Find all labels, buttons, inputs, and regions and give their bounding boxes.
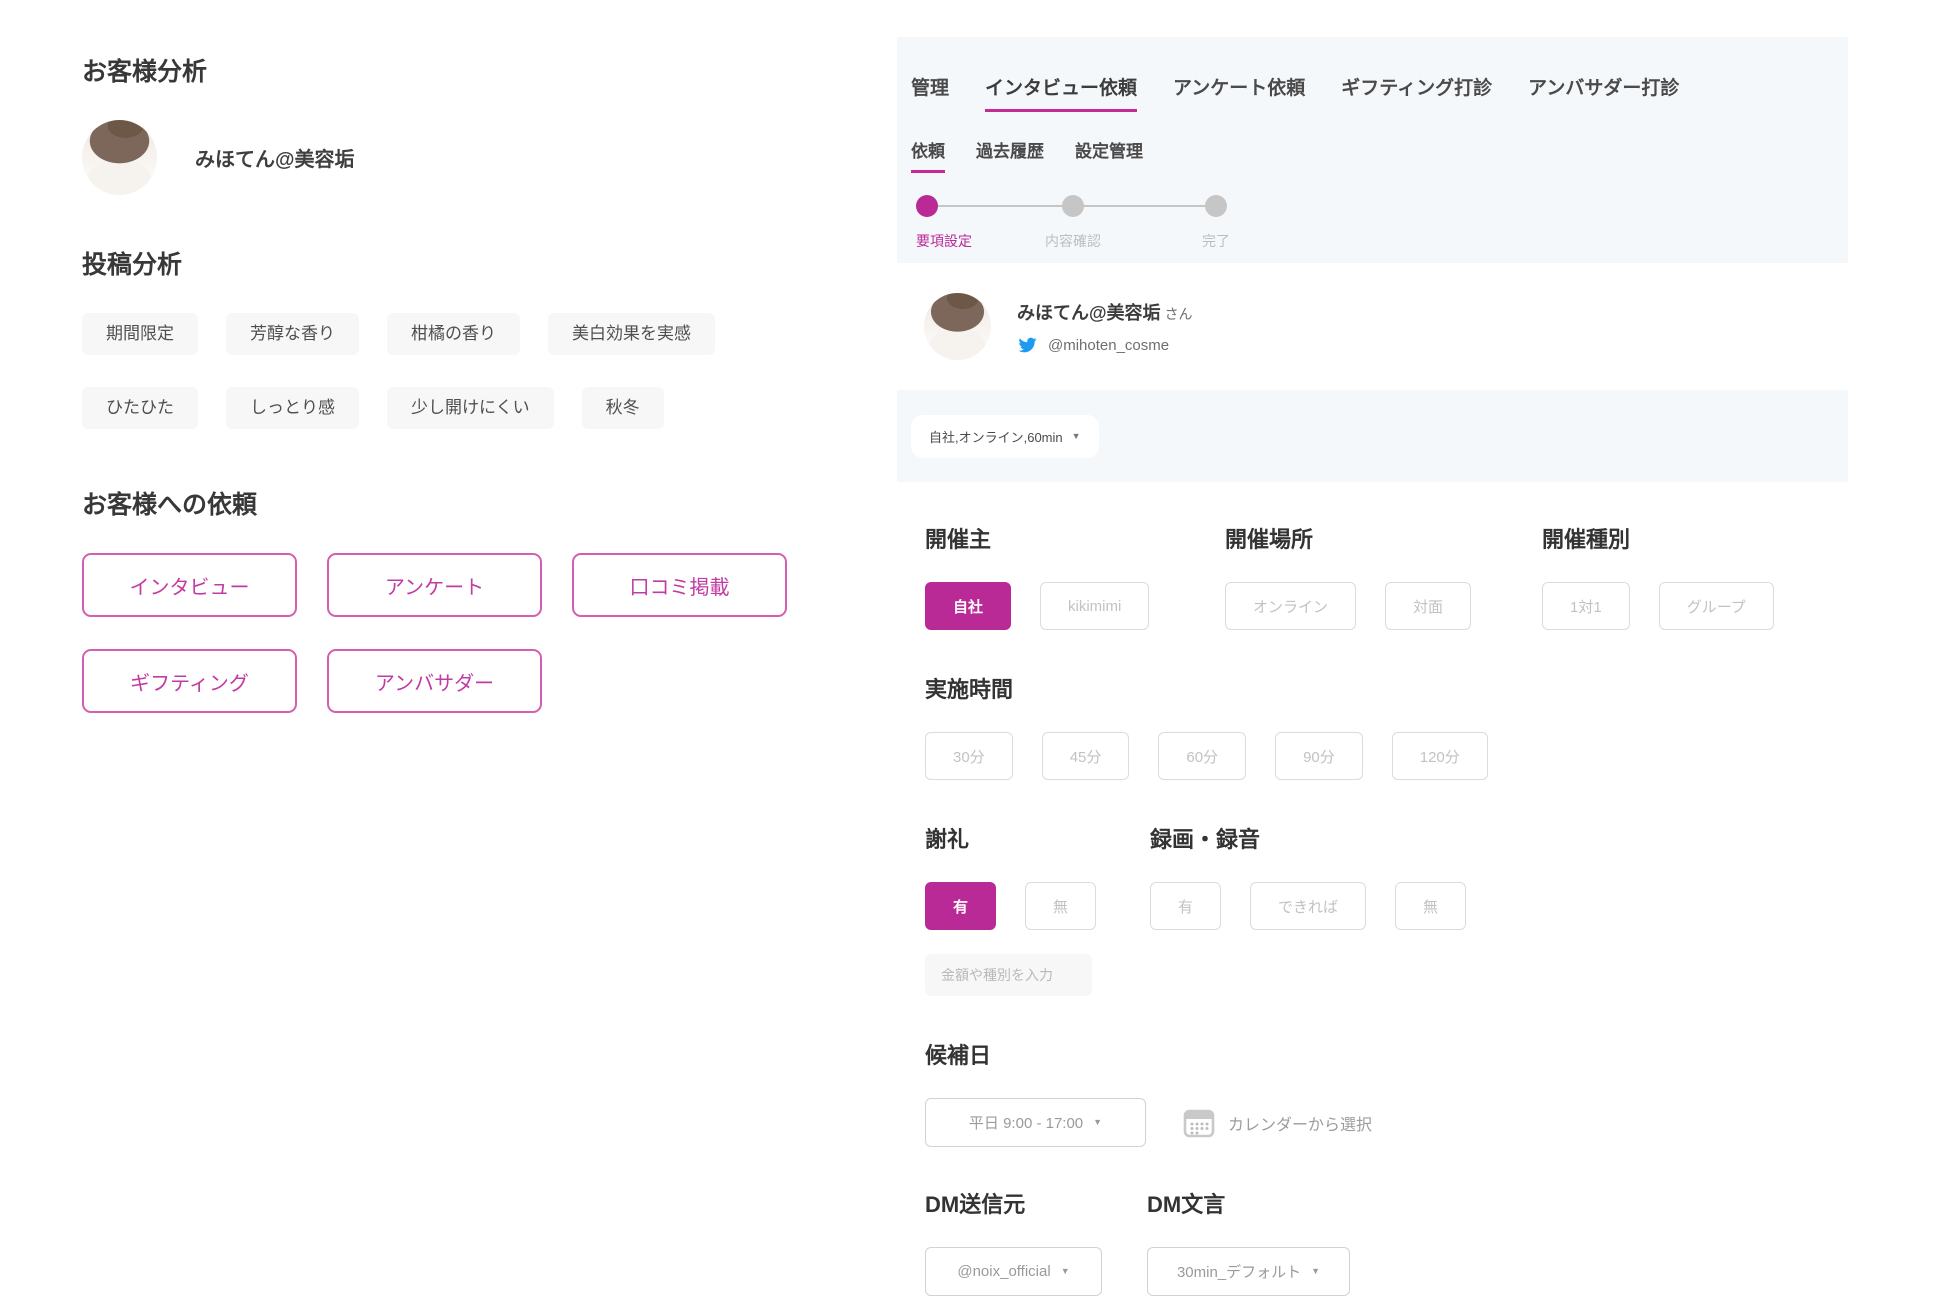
tab-management[interactable]: 管理 <box>911 73 949 112</box>
recording-label: 録画・録音 <box>1150 822 1466 854</box>
date-range-value: 平日 9:00 - 17:00 <box>969 1112 1083 1133</box>
customer-avatar <box>82 120 157 195</box>
honorific: さん <box>1165 306 1193 322</box>
request-form: 開催主 自社 kikimimi 開催場所 オンライン 対面 開催種別 1対1 グ… <box>897 482 1848 1296</box>
dm-sender-dropdown[interactable]: @noix_official ▼ <box>925 1247 1102 1296</box>
tab-interview-request[interactable]: インタビュー依頼 <box>985 73 1137 112</box>
main-tabs: 管理 インタビュー依頼 アンケート依頼 ギフティング打診 アンバサダー打診 <box>911 73 1834 112</box>
interview-request-panel: 管理 インタビュー依頼 アンケート依頼 ギフティング打診 アンバサダー打診 依頼… <box>897 37 1848 1296</box>
customer-request-title: お客様への依頼 <box>82 485 812 521</box>
preset-bar: 自社,オンライン,60min ▼ <box>897 390 1848 482</box>
subtab-settings[interactable]: 設定管理 <box>1075 137 1143 173</box>
tab-survey-request[interactable]: アンケート依頼 <box>1173 73 1305 112</box>
chevron-down-icon: ▼ <box>1072 432 1081 441</box>
calendar-icon <box>1183 1108 1215 1138</box>
date-range-dropdown[interactable]: 平日 9:00 - 17:00 ▼ <box>925 1098 1146 1147</box>
candidate-dates-label: 候補日 <box>925 1038 1848 1070</box>
customer-profile: みほてん@美容垢 <box>82 120 812 195</box>
request-interview-button[interactable]: インタビュー <box>82 553 297 617</box>
duration-option-30[interactable]: 30分 <box>925 732 1013 780</box>
post-analysis-title: 投稿分析 <box>82 245 812 281</box>
duration-option-90[interactable]: 90分 <box>1275 732 1363 780</box>
duration-option-45[interactable]: 45分 <box>1042 732 1130 780</box>
step-dot <box>1062 195 1084 217</box>
subtab-request[interactable]: 依頼 <box>911 137 945 173</box>
duration-option-60[interactable]: 60分 <box>1158 732 1246 780</box>
host-label: 開催主 <box>925 522 1225 554</box>
reward-amount-input[interactable] <box>925 954 1092 996</box>
analysis-tags-row2: ひたひた しっとり感 少し開けにくい 秋冬 <box>82 387 812 429</box>
progress-stepper: 要項設定 内容確認 完了 <box>911 195 1834 267</box>
tab-ambassador-proposal[interactable]: アンバサダー打診 <box>1528 73 1679 112</box>
subtab-history[interactable]: 過去履歴 <box>976 137 1044 173</box>
customer-analysis-panel: お客様分析 みほてん@美容垢 投稿分析 期間限定 芳醇な香り 柑橘の香り 美白効… <box>82 52 812 713</box>
analysis-tag: ひたひた <box>82 387 198 429</box>
place-label: 開催場所 <box>1225 522 1542 554</box>
reward-label: 謝礼 <box>925 822 1150 854</box>
analysis-tag: 芳醇な香り <box>226 313 359 355</box>
type-option-group[interactable]: グループ <box>1659 582 1774 630</box>
duration-label: 実施時間 <box>925 672 1848 704</box>
type-option-1on1[interactable]: 1対1 <box>1542 582 1630 630</box>
reward-option-no[interactable]: 無 <box>1025 882 1096 930</box>
target-profile: みほてん@美容垢さん @mihoten_cosme <box>897 263 1848 390</box>
place-option-online[interactable]: オンライン <box>1225 582 1356 630</box>
preset-dropdown[interactable]: 自社,オンライン,60min ▼ <box>911 415 1099 458</box>
twitter-icon <box>1017 336 1038 354</box>
calendar-select-label: カレンダーから選択 <box>1228 1111 1372 1135</box>
dm-text-label: DM文言 <box>1147 1187 1350 1219</box>
analysis-tag: 美白効果を実感 <box>548 313 715 355</box>
analysis-tag: 秋冬 <box>582 387 664 429</box>
chevron-down-icon: ▼ <box>1311 1267 1320 1276</box>
customer-analysis-title: お客様分析 <box>82 52 812 88</box>
analysis-tag: しっとり感 <box>226 387 359 429</box>
customer-name: みほてん@美容垢 <box>195 143 355 172</box>
target-name: みほてん@美容垢 <box>1017 303 1161 323</box>
request-gifting-button[interactable]: ギフティング <box>82 649 297 713</box>
recording-option-ifpossible[interactable]: できれば <box>1250 882 1366 930</box>
request-buttons: インタビュー アンケート 口コミ掲載 ギフティング アンバサダー <box>82 553 812 713</box>
dm-sender-label: DM送信元 <box>925 1187 1147 1219</box>
dm-text-value: 30min_デフォルト <box>1177 1261 1301 1282</box>
calendar-select-link[interactable]: カレンダーから選択 <box>1177 1107 1378 1139</box>
type-label: 開催種別 <box>1542 522 1774 554</box>
twitter-handle[interactable]: @mihoten_cosme <box>1048 337 1169 354</box>
analysis-tag: 少し開けにくい <box>387 387 554 429</box>
tab-gifting-proposal[interactable]: ギフティング打診 <box>1341 73 1492 112</box>
analysis-tags-row1: 期間限定 芳醇な香り 柑橘の香り 美白効果を実感 <box>82 313 812 355</box>
chevron-down-icon: ▼ <box>1061 1267 1070 1276</box>
recording-option-no[interactable]: 無 <box>1395 882 1466 930</box>
sub-tabs: 依頼 過去履歴 設定管理 <box>911 137 1834 173</box>
request-review-button[interactable]: 口コミ掲載 <box>572 553 787 617</box>
step-label-done: 完了 <box>1202 231 1230 251</box>
target-avatar <box>924 293 991 360</box>
request-survey-button[interactable]: アンケート <box>327 553 542 617</box>
chevron-down-icon: ▼ <box>1093 1118 1102 1127</box>
duration-option-120[interactable]: 120分 <box>1392 732 1488 780</box>
step-dot <box>1205 195 1227 217</box>
analysis-tag: 期間限定 <box>82 313 198 355</box>
dm-text-dropdown[interactable]: 30min_デフォルト ▼ <box>1147 1247 1350 1296</box>
place-option-inperson[interactable]: 対面 <box>1385 582 1471 630</box>
host-option-own[interactable]: 自社 <box>925 582 1011 630</box>
host-option-kikimimi[interactable]: kikimimi <box>1040 582 1149 630</box>
request-ambassador-button[interactable]: アンバサダー <box>327 649 542 713</box>
analysis-tag: 柑橘の香り <box>387 313 520 355</box>
dm-sender-value: @noix_official <box>957 1263 1050 1280</box>
step-label-confirm: 内容確認 <box>1045 231 1101 251</box>
step-dot-active <box>916 195 938 217</box>
reward-option-yes[interactable]: 有 <box>925 882 996 930</box>
panel-header: 管理 インタビュー依頼 アンケート依頼 ギフティング打診 アンバサダー打診 依頼… <box>897 37 1848 263</box>
preset-dropdown-value: 自社,オンライン,60min <box>929 427 1063 446</box>
recording-option-yes[interactable]: 有 <box>1150 882 1221 930</box>
step-label-requirements: 要項設定 <box>916 231 972 251</box>
